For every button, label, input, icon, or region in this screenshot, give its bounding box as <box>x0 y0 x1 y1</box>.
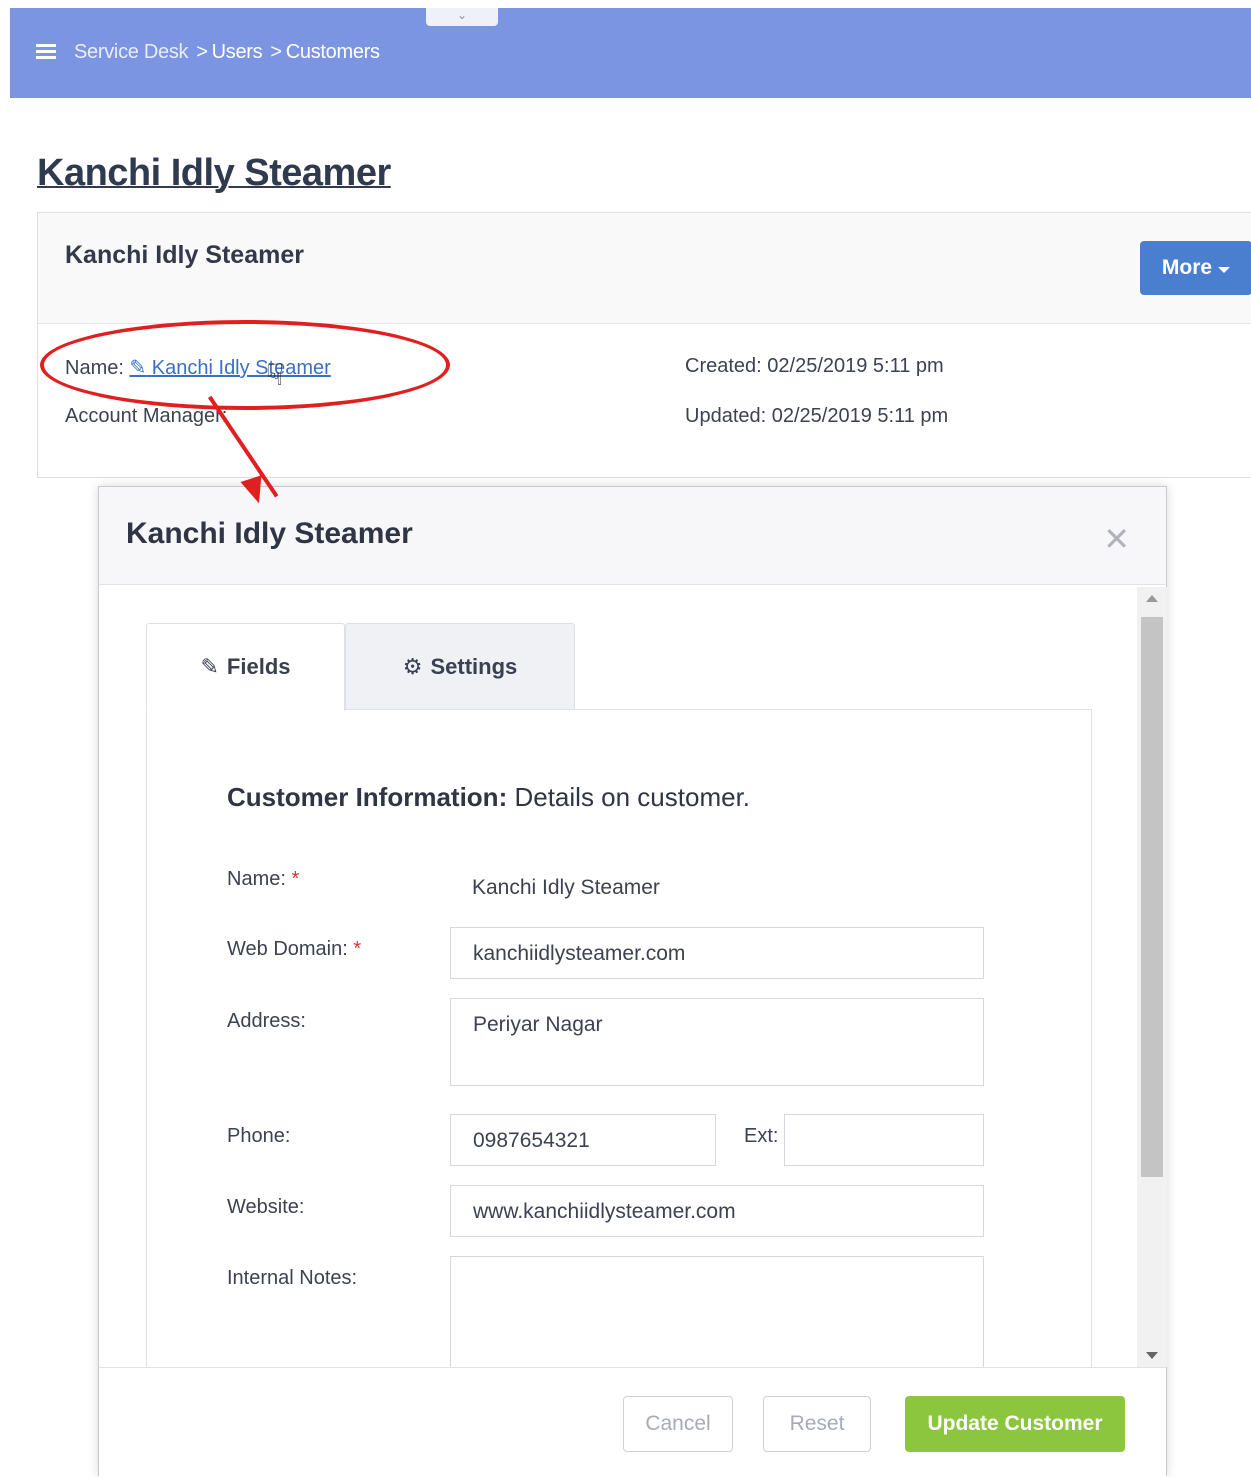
close-icon[interactable]: ✕ <box>1103 523 1130 555</box>
hand-pointer-icon: ☟ <box>266 359 285 392</box>
collapse-toggle[interactable]: ⌄ <box>426 8 498 26</box>
scroll-up-icon[interactable] <box>1146 595 1158 602</box>
top-bar: ⌄ Service Desk > Users > Customers <box>10 8 1251 98</box>
section-title-bold: Customer Information: <box>227 782 508 812</box>
tab-fields-label: Fields <box>226 654 291 679</box>
ext-input[interactable] <box>784 1114 984 1166</box>
name-field-value: Kanchi Idly Steamer <box>472 876 660 899</box>
more-button-label: More <box>1161 256 1213 279</box>
tab-fields[interactable]: ✎ Fields <box>146 623 345 711</box>
gears-icon: ⚙ <box>402 654 423 679</box>
updated-timestamp: Updated: 02/25/2019 5:11 pm <box>685 405 949 427</box>
breadcrumb-users[interactable]: Users <box>212 41 263 63</box>
dialog-footer: Cancel Reset Update Customer <box>99 1367 1166 1477</box>
tab-settings[interactable]: ⚙ Settings <box>345 623 575 711</box>
ext-field-label: Ext: <box>744 1125 779 1147</box>
dialog-title: Kanchi Idly Steamer <box>126 517 413 550</box>
reset-button[interactable]: Reset <box>763 1396 871 1452</box>
phone-field-label: Phone: <box>227 1125 291 1147</box>
scroll-down-icon[interactable] <box>1146 1352 1158 1359</box>
edit-customer-dialog: Kanchi Idly Steamer ✕ ✎ Fields ⚙ Setting… <box>98 486 1167 1477</box>
website-field-label: Website: <box>227 1196 305 1218</box>
card-title: Kanchi Idly Steamer <box>65 241 304 269</box>
tab-settings-label: Settings <box>430 654 518 679</box>
more-button[interactable]: More <box>1140 241 1251 295</box>
phone-input[interactable]: 0987654321 <box>450 1114 716 1166</box>
menu-icon[interactable] <box>36 44 56 59</box>
chevron-down-icon: ⌄ <box>456 8 468 22</box>
address-textarea[interactable]: Periyar Nagar <box>450 998 984 1086</box>
required-marker: * <box>291 868 300 890</box>
created-timestamp: Created: 02/25/2019 5:11 pm <box>685 355 944 377</box>
required-marker: * <box>353 938 362 960</box>
caret-down-icon <box>1218 266 1231 273</box>
web-domain-field-label: Web Domain: * <box>227 938 362 960</box>
name-field-label: Name: * <box>227 868 300 890</box>
page-title[interactable]: Kanchi Idly Steamer <box>37 152 391 195</box>
breadcrumb-customers[interactable]: Customers <box>286 41 380 63</box>
breadcrumb: Service Desk > Users > Customers <box>74 41 380 63</box>
update-customer-button[interactable]: Update Customer <box>905 1396 1125 1452</box>
dialog-scrollbar[interactable] <box>1137 587 1167 1367</box>
internal-notes-field-label: Internal Notes: <box>227 1267 358 1289</box>
section-title: Customer Information: Details on custome… <box>227 782 750 813</box>
section-title-rest: Details on customer. <box>514 782 751 812</box>
scrollbar-thumb[interactable] <box>1141 617 1163 1177</box>
edit-icon: ✎ <box>200 654 219 679</box>
breadcrumb-service-desk[interactable]: Service Desk <box>74 41 189 63</box>
website-input[interactable]: www.kanchiidlysteamer.com <box>450 1185 984 1237</box>
cancel-button[interactable]: Cancel <box>623 1396 733 1452</box>
web-domain-input[interactable]: kanchiidlysteamer.com <box>450 927 984 979</box>
fields-panel: Customer Information: Details on custome… <box>146 709 1092 1396</box>
address-field-label: Address: <box>227 1010 306 1032</box>
annotation-highlight-oval <box>40 320 450 410</box>
card-header: Kanchi Idly Steamer More <box>38 213 1251 324</box>
